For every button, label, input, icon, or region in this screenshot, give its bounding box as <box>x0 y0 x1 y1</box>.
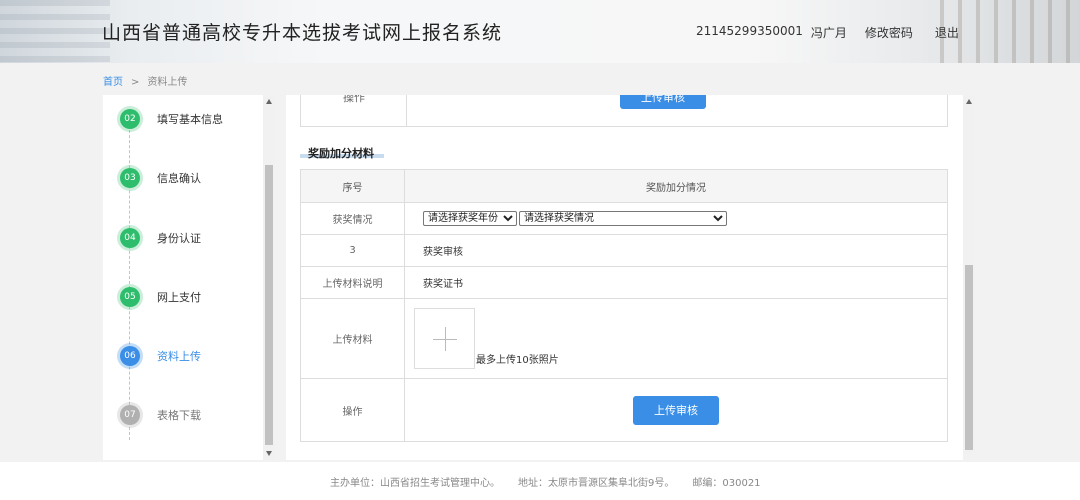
seq-value: 3 <box>300 234 405 267</box>
plus-icon-vertical <box>445 326 446 351</box>
upload-review-button[interactable]: 上传审核 <box>633 395 719 425</box>
table-row: 上传材料 最多上传10张照片 <box>300 298 948 379</box>
upload-material-cell: 最多上传10张照片 <box>404 298 948 379</box>
scroll-up-arrow-icon[interactable] <box>266 99 272 104</box>
upload-hint: 最多上传10张照片 <box>476 354 559 366</box>
operation-label: 操作 <box>300 378 405 442</box>
breadcrumb: 首页 > 资料上传 <box>103 73 187 88</box>
step-label: 信息确认 <box>157 172 201 185</box>
step-identity[interactable]: 04 身份认证 <box>120 228 201 248</box>
main-content: 操作 上传审核 奖励加分材料 序号 奖励加分情况 获奖情况 请选择获奖年份 请选择… <box>286 95 963 460</box>
breadcrumb-current: 资料上传 <box>147 77 188 88</box>
upload-material-label: 上传材料 <box>300 298 405 379</box>
breadcrumb-home[interactable]: 首页 <box>103 77 123 88</box>
step-payment[interactable]: 05 网上支付 <box>120 287 201 307</box>
step-basic-info[interactable]: 02 填写基本信息 <box>120 109 223 129</box>
upload-desc-label: 上传材料说明 <box>300 266 405 299</box>
step-label: 资料上传 <box>157 350 201 363</box>
step-info-confirm[interactable]: 03 信息确认 <box>120 168 201 188</box>
scroll-up-arrow-icon[interactable] <box>966 99 972 104</box>
step-number: 02 <box>120 109 140 129</box>
previous-upload-review-button[interactable]: 上传审核 <box>620 95 706 109</box>
breadcrumb-separator: > <box>131 77 140 88</box>
seq-text: 获奖审核 <box>404 234 948 267</box>
sidebar-scrollbar[interactable] <box>263 95 275 460</box>
scrollbar-thumb[interactable] <box>265 165 273 445</box>
step-download[interactable]: 07 表格下载 <box>120 405 201 425</box>
step-label: 表格下载 <box>157 409 201 422</box>
header-decoration-right <box>940 0 1080 63</box>
main-scrollbar[interactable] <box>963 95 975 455</box>
upload-desc-value: 获奖证书 <box>404 266 948 299</box>
scroll-down-arrow-icon[interactable] <box>266 451 272 456</box>
scrollbar-thumb[interactable] <box>965 265 973 450</box>
step-number: 03 <box>120 168 140 188</box>
footer-address: 地址：太原市晋源区集阜北街9号。 <box>518 478 675 489</box>
upload-image-button[interactable] <box>414 307 475 369</box>
operation-cell: 上传审核 <box>404 378 948 442</box>
step-number: 05 <box>120 287 140 307</box>
step-label: 填写基本信息 <box>157 113 223 126</box>
step-number: 04 <box>120 228 140 248</box>
footer-postcode: 邮编：030021 <box>692 478 761 489</box>
column-header-award-info: 奖励加分情况 <box>404 169 948 203</box>
logout-link[interactable]: 退出 <box>935 24 959 41</box>
section-title: 奖励加分材料 <box>308 147 374 160</box>
column-header-seq: 序号 <box>300 169 405 203</box>
step-label: 网上支付 <box>157 291 201 304</box>
footer-host: 主办单位：山西省招生考试管理中心。 <box>330 478 500 489</box>
upload-area: 最多上传10张照片 <box>405 300 947 378</box>
table-row: 操作 上传审核 <box>300 378 948 442</box>
table-row: 上传材料说明 获奖证书 <box>300 266 948 299</box>
header-decoration-left <box>0 0 110 63</box>
award-status-cell: 请选择获奖年份 请选择获奖情况 <box>404 202 948 235</box>
award-status-label: 获奖情况 <box>300 202 405 235</box>
previous-section-row: 操作 上传审核 <box>300 95 948 127</box>
cell-divider <box>406 95 407 126</box>
change-password-link[interactable]: 修改密码 <box>865 24 913 41</box>
previous-op-label: 操作 <box>343 95 365 104</box>
table-row: 3 获奖审核 <box>300 234 948 267</box>
user-id: 21145299350001 <box>696 24 803 38</box>
step-label: 身份认证 <box>157 232 201 245</box>
user-area: 21145299350001 冯广月 修改密码 退出 <box>696 24 959 41</box>
award-table: 序号 奖励加分情况 获奖情况 请选择获奖年份 请选择获奖情况 3 获奖审核 上传材… <box>300 169 948 442</box>
step-number: 07 <box>120 405 140 425</box>
table-row: 获奖情况 请选择获奖年份 请选择获奖情况 <box>300 202 948 235</box>
page-footer: 主办单位：山西省招生考试管理中心。 地址：太原市晋源区集阜北街9号。 邮编：0300… <box>0 462 1080 500</box>
page-header: 山西省普通高校专升本选拔考试网上报名系统 21145299350001 冯广月 … <box>0 0 1080 63</box>
award-type-select[interactable]: 请选择获奖情况 <box>519 211 727 226</box>
step-number: 06 <box>120 346 140 366</box>
footer-text: 主办单位：山西省招生考试管理中心。 地址：太原市晋源区集阜北街9号。 邮编：0300… <box>330 474 779 489</box>
user-name: 冯广月 <box>810 26 847 40</box>
award-year-select[interactable]: 请选择获奖年份 <box>423 211 517 226</box>
system-title: 山西省普通高校专升本选拔考试网上报名系统 <box>102 22 503 44</box>
step-upload[interactable]: 06 资料上传 <box>120 346 201 366</box>
step-connector-line <box>129 110 130 440</box>
